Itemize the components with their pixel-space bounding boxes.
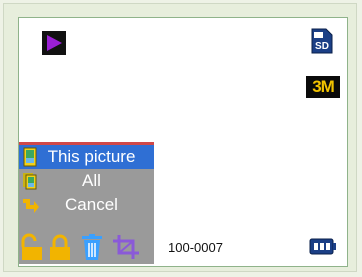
camera-lcd-screen: SD 3M This picture All Cancel 100-0007 — [18, 17, 348, 267]
sd-card-label: SD — [315, 41, 329, 52]
menu-item-all[interactable]: All — [19, 169, 154, 193]
file-number: 100-0007 — [168, 240, 223, 255]
menu-item-cancel[interactable]: Cancel — [19, 193, 154, 217]
return-arrow-icon — [22, 195, 39, 215]
protect-menu: This picture All Cancel — [19, 142, 154, 264]
single-picture-icon — [22, 147, 38, 167]
crop-icon[interactable] — [111, 233, 141, 261]
play-icon — [42, 31, 66, 55]
sd-card-icon: SD — [311, 28, 333, 54]
lock-icon[interactable] — [47, 233, 73, 261]
battery-icon — [309, 238, 337, 255]
menu-item-this-picture[interactable]: This picture — [19, 145, 154, 169]
menu-item-label: All — [82, 171, 101, 190]
trash-icon[interactable] — [79, 233, 105, 261]
unlock-icon[interactable] — [19, 233, 45, 261]
protect-toolbar — [19, 231, 154, 264]
resolution-indicator: 3M — [306, 76, 340, 98]
all-pictures-icon — [22, 171, 38, 191]
menu-item-label: This picture — [47, 147, 136, 166]
